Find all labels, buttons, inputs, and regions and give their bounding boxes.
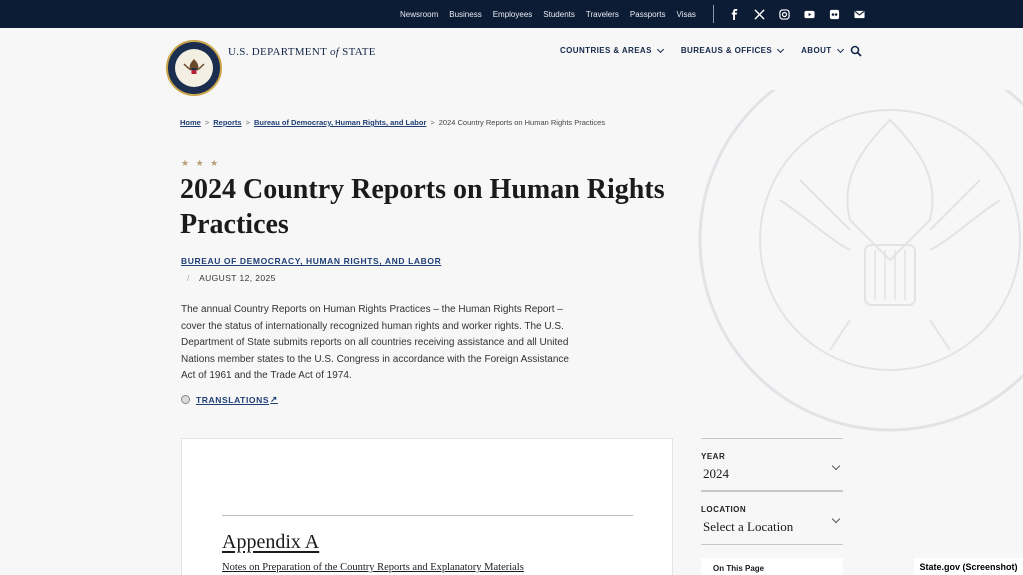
chevron-down-icon bbox=[777, 45, 785, 53]
intro-paragraph: The annual Country Reports on Human Righ… bbox=[181, 304, 569, 382]
nav-label: ABOUT bbox=[801, 46, 832, 55]
utility-link-business[interactable]: Business bbox=[449, 10, 481, 19]
chevron-down-icon bbox=[656, 45, 664, 53]
email-icon[interactable] bbox=[853, 8, 865, 20]
utility-link-travelers[interactable]: Travelers bbox=[586, 10, 619, 19]
site-brand[interactable]: U.S. DEPARTMENT of STATE bbox=[228, 46, 376, 58]
youtube-icon[interactable] bbox=[803, 8, 815, 20]
year-filter[interactable]: YEAR 2024 bbox=[701, 438, 843, 491]
date-text: AUGUST 12, 2025 bbox=[199, 273, 276, 283]
breadcrumb-bureau[interactable]: Bureau of Democracy, Human Rights, and L… bbox=[254, 118, 426, 127]
year-label: YEAR bbox=[701, 452, 726, 461]
external-link-icon: ↗ bbox=[270, 394, 278, 404]
page-title: 2024 Country Reports on Human Rights Pra… bbox=[180, 174, 665, 240]
x-icon[interactable] bbox=[753, 8, 765, 20]
chevron-down-icon bbox=[836, 45, 844, 53]
breadcrumb: Home > Reports > Bureau of Democracy, Hu… bbox=[180, 118, 605, 127]
brand-suffix: STATE bbox=[342, 46, 376, 58]
utility-link-newsroom[interactable]: Newsroom bbox=[400, 10, 438, 19]
eagle-icon bbox=[175, 49, 213, 87]
utility-bar: Newsroom Business Employees Students Tra… bbox=[0, 0, 1023, 28]
bureau-link[interactable]: BUREAU OF DEMOCRACY, HUMAN RIGHTS, AND L… bbox=[181, 256, 441, 266]
globe-icon bbox=[181, 395, 190, 404]
utility-divider bbox=[713, 5, 714, 23]
appendix-title-link[interactable]: Appendix A bbox=[222, 531, 319, 554]
utility-link-passports[interactable]: Passports bbox=[630, 10, 666, 19]
image-credit: State.gov (Screenshot) bbox=[914, 558, 1023, 575]
breadcrumb-separator: > bbox=[204, 118, 210, 127]
nav-label: COUNTRIES & AREAS bbox=[560, 46, 652, 55]
flickr-icon[interactable] bbox=[828, 8, 840, 20]
brand-of: of bbox=[329, 46, 340, 58]
divider bbox=[222, 515, 633, 516]
breadcrumb-current: 2024 Country Reports on Human Rights Pra… bbox=[438, 118, 606, 127]
year-select-value[interactable]: 2024 bbox=[703, 466, 729, 482]
on-this-page-heading: On This Page bbox=[713, 564, 765, 573]
nav-about[interactable]: ABOUT bbox=[801, 45, 844, 55]
instagram-icon[interactable] bbox=[778, 8, 790, 20]
utility-link-visas[interactable]: Visas bbox=[676, 10, 695, 19]
nav-bureaus-offices[interactable]: BUREAUS & OFFICES bbox=[680, 45, 785, 55]
location-select-value[interactable]: Select a Location bbox=[703, 519, 793, 535]
utility-link-students[interactable]: Students bbox=[543, 10, 575, 19]
main-nav: COUNTRIES & AREAS BUREAUS & OFFICES ABOU… bbox=[560, 45, 861, 55]
facebook-icon[interactable] bbox=[728, 8, 740, 20]
chevron-down-icon[interactable] bbox=[831, 514, 841, 524]
utility-link-employees[interactable]: Employees bbox=[493, 10, 533, 19]
publish-date: / AUGUST 12, 2025 bbox=[187, 273, 276, 283]
social-links bbox=[728, 0, 878, 28]
breadcrumb-separator: > bbox=[430, 118, 435, 127]
appendix-subtitle-link[interactable]: Notes on Preparation of the Country Repo… bbox=[222, 562, 524, 573]
stars-decoration: ★ ★ ★ bbox=[181, 158, 221, 168]
location-label: LOCATION bbox=[701, 505, 747, 514]
chevron-down-icon[interactable] bbox=[831, 461, 841, 471]
brand-prefix: U.S. DEPARTMENT bbox=[228, 46, 327, 58]
nav-label: BUREAUS & OFFICES bbox=[680, 46, 773, 55]
translations-label: TRANSLATIONS bbox=[196, 394, 270, 405]
report-content-card: Appendix A Notes on Preparation of the C… bbox=[181, 438, 673, 575]
date-slash: / bbox=[187, 273, 190, 283]
location-filter[interactable]: LOCATION Select a Location bbox=[701, 491, 843, 545]
utility-nav: Newsroom Business Employees Students Tra… bbox=[400, 0, 707, 28]
seal-watermark bbox=[698, 48, 1023, 432]
breadcrumb-home[interactable]: Home bbox=[180, 118, 201, 127]
site-header: U.S. DEPARTMENT of STATE COUNTRIES & ARE… bbox=[0, 28, 1023, 96]
department-seal-logo[interactable] bbox=[166, 40, 222, 96]
breadcrumb-separator: > bbox=[245, 118, 250, 127]
translations-link[interactable]: TRANSLATIONS ↗ bbox=[181, 394, 278, 405]
breadcrumb-reports[interactable]: Reports bbox=[213, 118, 241, 127]
search-icon[interactable] bbox=[850, 45, 862, 57]
on-this-page-panel: On This Page bbox=[701, 558, 843, 575]
nav-countries-areas[interactable]: COUNTRIES & AREAS bbox=[560, 45, 664, 55]
